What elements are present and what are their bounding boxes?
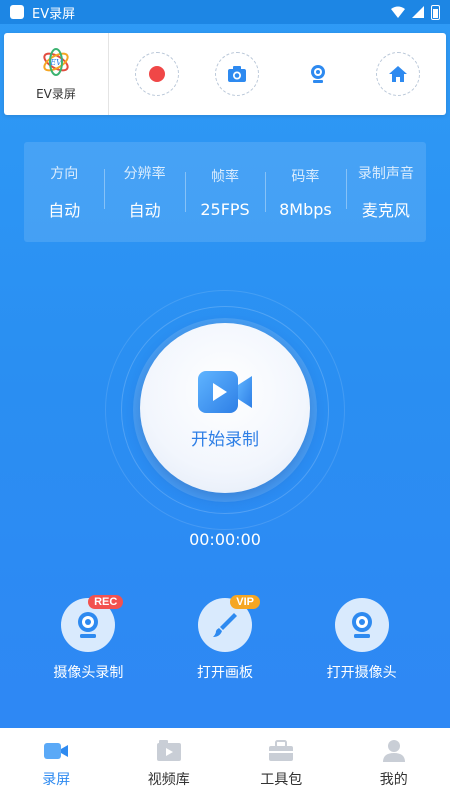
feature-icon-wrap: VIP <box>197 595 260 652</box>
quick-actions <box>109 52 446 96</box>
wifi-icon <box>391 6 405 18</box>
home-icon <box>388 66 407 82</box>
setting-frame-rate[interactable]: 帧率 25FPS <box>184 166 265 219</box>
ev-logo-icon: EV <box>43 47 69 76</box>
rec-badge: REC <box>88 595 124 609</box>
nav-item-video-library[interactable]: 视频库 <box>124 739 214 789</box>
nav-label: 我的 <box>379 772 408 788</box>
start-record-button[interactable]: 开始录制 <box>140 323 310 493</box>
feature-label: 打开画板 <box>196 665 253 681</box>
open-webcam-button[interactable]: 打开摄像头 <box>307 598 417 682</box>
quick-home-button[interactable] <box>375 52 420 96</box>
feature-label: 摄像头录制 <box>53 665 124 681</box>
nav-item-toolbox[interactable]: 工具包 <box>236 739 326 789</box>
setting-label: 分辨率 <box>123 166 166 182</box>
quick-record-button[interactable] <box>135 52 180 96</box>
header-card: EV EV录屏 <box>4 33 446 115</box>
nav-label: 录屏 <box>42 772 71 788</box>
quick-webcam-button[interactable] <box>296 52 340 96</box>
feature-label: 打开摄像头 <box>326 665 397 681</box>
app-logo: EV EV录屏 <box>4 33 109 115</box>
webcam-record-button[interactable]: REC 摄像头录制 <box>33 595 143 682</box>
video-library-icon <box>156 740 181 761</box>
video-camera-icon <box>198 370 252 413</box>
setting-label: 码率 <box>291 168 320 185</box>
screen-record-icon <box>44 743 69 759</box>
setting-value: 自动 <box>128 201 161 220</box>
drawing-board-button[interactable]: VIP 打开画板 <box>170 595 280 682</box>
webcam-record-icon <box>78 612 99 638</box>
setting-label: 录制声音 <box>357 166 414 182</box>
logo-text: EV录屏 <box>36 86 76 101</box>
feature-icon-wrap: REC <box>61 595 124 652</box>
setting-value: 8Mbps <box>279 199 332 219</box>
setting-label: 帧率 <box>211 168 240 185</box>
signal-icon <box>412 6 424 18</box>
setting-label: 方向 <box>50 166 79 182</box>
status-icons <box>391 4 440 20</box>
setting-value: 麦克风 <box>361 201 410 220</box>
setting-value: 自动 <box>48 201 81 220</box>
battery-icon <box>431 4 440 20</box>
setting-resolution[interactable]: 分辨率 自动 <box>104 163 184 221</box>
vip-badge: VIP <box>230 595 260 609</box>
nav-label: 工具包 <box>260 772 303 788</box>
webcam-icon <box>310 65 325 83</box>
profile-icon <box>382 740 405 762</box>
status-app-name: EV录屏 <box>32 6 76 22</box>
quick-screenshot-button[interactable] <box>215 52 260 96</box>
bottom-nav: 录屏 视频库 工具包 我的 <box>0 728 450 800</box>
feature-icon-wrap <box>334 598 389 652</box>
setting-value: 25FPS <box>200 199 250 219</box>
toolbox-icon <box>269 740 294 761</box>
setting-bitrate[interactable]: 码率 8Mbps <box>265 166 345 219</box>
nav-item-profile[interactable]: 我的 <box>349 739 439 789</box>
start-record-label: 开始录制 <box>191 429 259 450</box>
svg-text:EV: EV <box>49 58 63 67</box>
nav-item-screen-record[interactable]: 录屏 <box>11 739 101 789</box>
brush-icon <box>212 613 237 637</box>
record-timer: 00:00:00 <box>189 530 261 549</box>
setting-orientation[interactable]: 方向 自动 <box>24 163 104 221</box>
app-icon <box>10 5 24 19</box>
status-bar: EV录屏 <box>0 0 450 24</box>
nav-label: 视频库 <box>147 772 190 788</box>
record-icon <box>149 66 166 82</box>
feature-row: REC 摄像头录制 VIP 打开画板 打开摄像头 <box>0 595 450 682</box>
setting-audio-source[interactable]: 录制声音 麦克风 <box>345 163 426 221</box>
record-settings-panel: 方向 自动 分辨率 自动 帧率 25FPS 码率 8Mbps 录制声音 麦克风 <box>24 142 426 242</box>
webcam-icon <box>351 612 372 638</box>
camera-icon <box>228 66 247 82</box>
